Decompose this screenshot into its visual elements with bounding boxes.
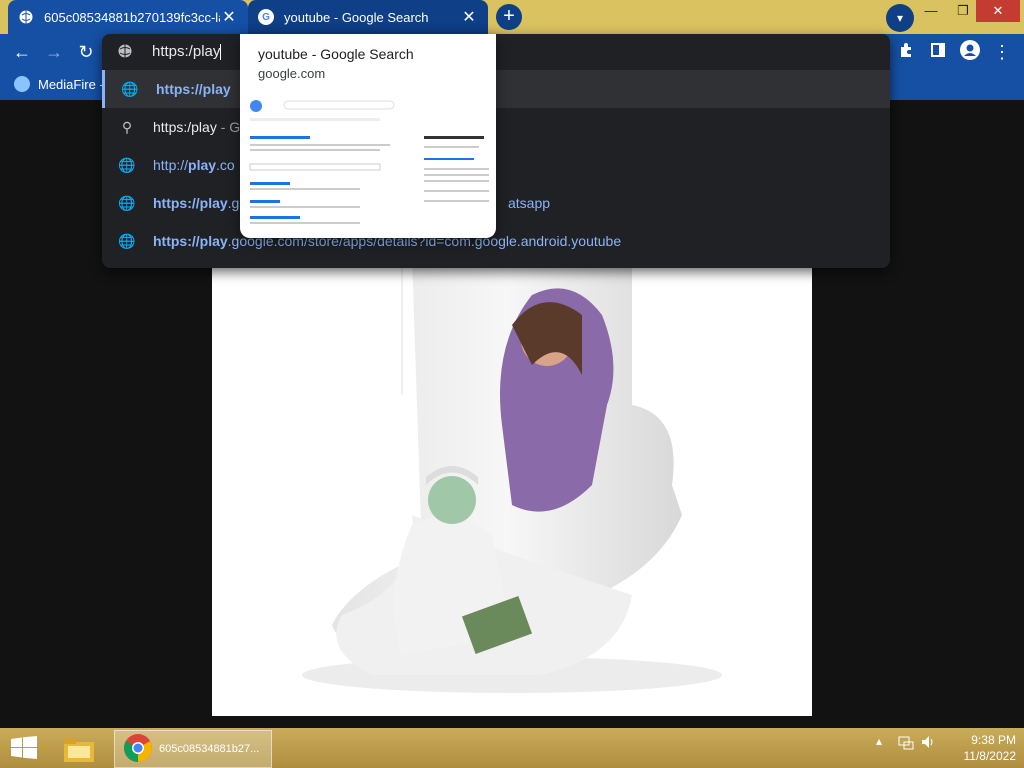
side-panel-icon[interactable] xyxy=(926,40,950,64)
close-tab-icon[interactable]: ✕ xyxy=(220,7,238,27)
google-icon: G xyxy=(258,9,274,25)
maximize-button[interactable]: ❐ xyxy=(946,0,980,22)
globe-icon xyxy=(18,9,34,25)
bookmark-label: MediaFire - xyxy=(38,76,104,92)
tab-search-button[interactable]: ▾ xyxy=(886,4,914,32)
globe-icon: 🌐 xyxy=(118,156,136,173)
suggestion-item[interactable]: 🌐 https://play xyxy=(102,70,890,108)
globe-icon: 🌐 xyxy=(121,80,139,97)
tab-title: 605c08534881b270139fc3cc-large xyxy=(44,9,220,25)
back-button[interactable]: ← xyxy=(10,40,34,64)
network-icon[interactable] xyxy=(898,734,914,753)
taskbar-chrome-button[interactable]: 605c08534881b27... xyxy=(114,730,272,768)
suggestion-item[interactable]: 🌐 https://play.g atsapp xyxy=(102,184,890,222)
forward-button[interactable]: → xyxy=(42,40,66,64)
address-bar[interactable]: https:/play xyxy=(102,34,890,70)
windows-start-icon[interactable] xyxy=(10,736,38,760)
product-image xyxy=(212,255,812,716)
minimize-button[interactable]: — xyxy=(914,0,948,22)
address-input[interactable]: https:/play xyxy=(152,43,222,61)
globe-icon xyxy=(118,44,132,63)
file-explorer-icon[interactable] xyxy=(62,730,100,768)
suggestion-item[interactable]: 🌐 https://play.google.com/store/apps/det… xyxy=(102,222,890,260)
new-tab-button[interactable]: + xyxy=(496,4,522,30)
bookmark-mediafire[interactable]: MediaFire - xyxy=(14,76,104,92)
tab-youtube-search[interactable]: G youtube - Google Search ✕ xyxy=(248,0,488,34)
volume-icon[interactable] xyxy=(920,734,936,753)
globe-icon: 🌐 xyxy=(118,194,136,211)
clock-time: 9:38 PM xyxy=(971,733,1016,747)
tab-title: youtube - Google Search xyxy=(284,9,429,25)
omnibox-dropdown: https:/play 🌐 https://play ⚲ https:/play… xyxy=(102,34,890,268)
profile-avatar[interactable] xyxy=(958,40,982,64)
suggestion-item[interactable]: 🌐 http://play.co xyxy=(102,146,890,184)
globe-icon: 🌐 xyxy=(118,232,136,249)
menu-icon[interactable]: ⋮ xyxy=(990,40,1014,64)
taskbar-chrome-label: 605c08534881b27... xyxy=(159,743,260,755)
clock[interactable]: 9:38 PM 11/8/2022 xyxy=(940,732,1017,764)
close-tab-icon[interactable]: ✕ xyxy=(460,7,478,27)
hover-card-title: youtube - Google Search xyxy=(258,46,414,62)
search-icon: ⚲ xyxy=(121,118,133,135)
reload-button[interactable]: ↻ xyxy=(74,40,98,64)
hover-card-url: google.com xyxy=(258,66,326,81)
tab-hover-card: youtube - Google Search google.com xyxy=(240,34,496,238)
close-window-button[interactable]: ✕ xyxy=(976,0,1020,22)
hover-card-thumbnail xyxy=(244,96,494,236)
clock-date: 11/8/2022 xyxy=(963,749,1017,763)
chrome-icon xyxy=(123,733,153,766)
mediafire-icon xyxy=(14,76,30,92)
suggestion-item[interactable]: ⚲ https:/play - G xyxy=(102,108,890,146)
show-hidden-icons[interactable]: ▴ xyxy=(876,734,882,748)
tab-image[interactable]: 605c08534881b270139fc3cc-large ✕ xyxy=(8,0,248,34)
extensions-icon[interactable] xyxy=(894,40,918,64)
